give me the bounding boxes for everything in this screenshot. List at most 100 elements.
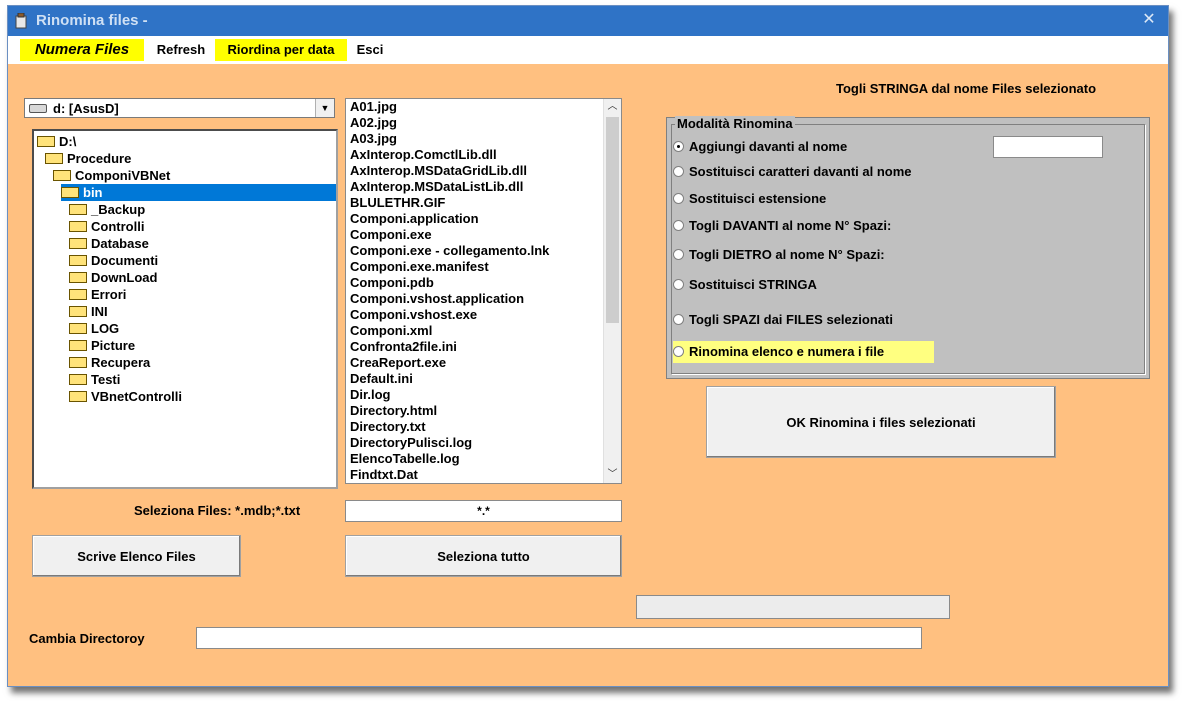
- dir-item-label: ComponiVBNet: [75, 168, 171, 183]
- close-icon[interactable]: ✕: [1138, 10, 1160, 30]
- menu-numera-files[interactable]: Numera Files: [20, 39, 144, 61]
- file-item[interactable]: Componi.pdb: [346, 275, 621, 291]
- dir-item[interactable]: Testi: [69, 371, 120, 388]
- title-bar[interactable]: Rinomina files - ✕: [8, 6, 1168, 36]
- radio-label: Sostituisci estensione: [689, 191, 827, 206]
- dir-item[interactable]: Controlli: [69, 218, 144, 235]
- dir-item[interactable]: Procedure: [45, 150, 131, 167]
- folder-icon: [45, 153, 63, 165]
- seleziona-tutto-button[interactable]: Seleziona tutto: [345, 535, 622, 577]
- file-item[interactable]: A01.jpg: [346, 99, 621, 115]
- dir-item-label: Procedure: [67, 151, 132, 166]
- dir-item-label: VBnetControlli: [91, 389, 182, 404]
- radio-circle-icon[interactable]: [673, 249, 684, 261]
- file-item[interactable]: Directory.txt: [346, 419, 621, 435]
- cambia-directory-label: Cambia Directoroy: [29, 631, 145, 646]
- scroll-thumb[interactable]: [606, 117, 619, 323]
- heading-togli-stringa: Togli STRINGA dal nome Files selezionato: [836, 81, 1097, 96]
- file-item[interactable]: Componi.xml: [346, 323, 621, 339]
- file-item[interactable]: AxInterop.ComctlLib.dll: [346, 147, 621, 163]
- dir-item-label: Picture: [91, 338, 136, 353]
- file-item[interactable]: Directory.html: [346, 403, 621, 419]
- file-item[interactable]: Findtxt.Dat: [346, 467, 621, 483]
- file-item[interactable]: Componi.vshost.exe: [346, 307, 621, 323]
- dir-item-label: Database: [91, 236, 149, 251]
- file-item[interactable]: AxInterop.MSDataListLib.dll: [346, 179, 621, 195]
- directory-list[interactable]: D:\ Procedure ComponiVBNet bin _Backup Contro…: [32, 129, 338, 489]
- file-item[interactable]: Dir.log: [346, 387, 621, 403]
- cambia-directory-input[interactable]: [196, 627, 922, 649]
- file-item[interactable]: Confronta2file.ini: [346, 339, 621, 355]
- radio-circle-icon[interactable]: [673, 314, 684, 326]
- file-item[interactable]: ElencoTabelle.log: [346, 451, 621, 467]
- radio-circle-icon[interactable]: [673, 193, 684, 205]
- file-item[interactable]: Componi.exe: [346, 227, 621, 243]
- radio-label: Togli DAVANTI al nome N° Spazi:: [689, 218, 892, 233]
- dir-item[interactable]: _Backup: [69, 201, 145, 218]
- menu-riordina-per-data[interactable]: Riordina per data: [215, 39, 347, 61]
- radio-option[interactable]: Sostituisci STRINGA: [673, 274, 817, 296]
- scrive-elenco-files-button[interactable]: Scrive Elenco Files: [32, 535, 241, 577]
- dir-item[interactable]: VBnetControlli: [69, 388, 182, 405]
- filter-input[interactable]: *.*: [345, 500, 622, 522]
- radio-circle-icon[interactable]: [673, 141, 684, 153]
- file-item[interactable]: CreaReport.exe: [346, 355, 621, 371]
- radio-label: Sostituisci caratteri davanti al nome: [689, 164, 912, 179]
- file-item[interactable]: Default.ini: [346, 371, 621, 387]
- folder-icon: [69, 289, 87, 301]
- dir-item-label: Errori: [91, 287, 127, 302]
- radio-option[interactable]: Sostituisci estensione: [673, 188, 826, 210]
- radio-label: Togli DIETRO al nome N° Spazi:: [689, 247, 885, 262]
- dir-item[interactable]: LOG: [69, 320, 119, 337]
- folder-icon: [69, 204, 87, 216]
- dir-item[interactable]: D:\: [37, 133, 76, 150]
- scroll-up-icon[interactable]: ︿: [604, 99, 621, 115]
- dir-item-label: Controlli: [91, 219, 145, 234]
- dir-item-label: bin: [83, 185, 103, 200]
- file-item[interactable]: DirectoryPulisci.log: [346, 435, 621, 451]
- radio-option[interactable]: Togli SPAZI dai FILES selezionati: [673, 309, 893, 331]
- dir-item[interactable]: Errori: [69, 286, 126, 303]
- file-item[interactable]: Componi.exe - collegamento.lnk: [346, 243, 621, 259]
- dir-item[interactable]: bin: [61, 184, 336, 201]
- radio-circle-icon[interactable]: [673, 220, 684, 232]
- menu-esci[interactable]: Esci: [350, 39, 390, 61]
- radio-circle-icon[interactable]: [673, 166, 684, 178]
- file-item[interactable]: A03.jpg: [346, 131, 621, 147]
- radio-circle-icon[interactable]: [673, 346, 684, 358]
- radio-circle-icon[interactable]: [673, 279, 684, 291]
- folder-icon: [69, 221, 87, 233]
- radio-option[interactable]: Togli DAVANTI al nome N° Spazi:: [673, 215, 891, 237]
- dir-item-label: DownLoad: [91, 270, 158, 285]
- file-list-scrollbar[interactable]: ︿ ﹀: [603, 99, 621, 483]
- radio-label: Aggiungi davanti al nome: [689, 139, 848, 154]
- folder-icon: [61, 187, 79, 199]
- folder-icon: [69, 340, 87, 352]
- radio-option[interactable]: Aggiungi davanti al nome: [673, 136, 847, 158]
- radio-option[interactable]: Rinomina elenco e numera i file: [673, 341, 935, 363]
- file-list[interactable]: A01.jpg A02.jpg A03.jpg AxInterop.ComctlLib…: [345, 98, 622, 484]
- drive-select[interactable]: d: [AsusD] ▼: [24, 98, 335, 118]
- dir-item[interactable]: Picture: [69, 337, 135, 354]
- dir-item[interactable]: INI: [69, 303, 108, 320]
- file-item[interactable]: AxInterop.MSDataGridLib.dll: [346, 163, 621, 179]
- radio-option[interactable]: Togli DIETRO al nome N° Spazi:: [673, 244, 885, 266]
- dir-item[interactable]: Database: [69, 235, 149, 252]
- folder-icon: [69, 391, 87, 403]
- dir-item[interactable]: Documenti: [69, 252, 158, 269]
- dir-item[interactable]: DownLoad: [69, 269, 157, 286]
- file-item[interactable]: A02.jpg: [346, 115, 621, 131]
- file-item[interactable]: Componi.vshost.application: [346, 291, 621, 307]
- chevron-down-icon[interactable]: ▼: [315, 99, 334, 117]
- dir-item[interactable]: Recupera: [69, 354, 150, 371]
- folder-icon: [53, 170, 71, 182]
- file-item[interactable]: Componi.exe.manifest: [346, 259, 621, 275]
- radio-option[interactable]: Sostituisci caratteri davanti al nome: [673, 161, 912, 183]
- file-item[interactable]: Componi.application: [346, 211, 621, 227]
- ok-rinomina-button[interactable]: OK Rinomina i files selezionati: [706, 386, 1056, 458]
- prefix-input[interactable]: [993, 136, 1103, 158]
- menu-refresh[interactable]: Refresh: [150, 39, 212, 61]
- file-item[interactable]: BLULETHR.GIF: [346, 195, 621, 211]
- dir-item[interactable]: ComponiVBNet: [53, 167, 170, 184]
- scroll-down-icon[interactable]: ﹀: [604, 467, 621, 483]
